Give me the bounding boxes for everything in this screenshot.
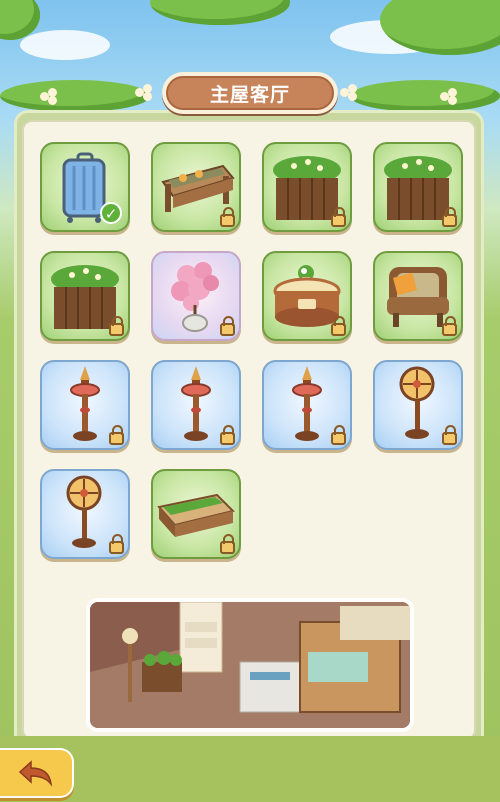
item-tile-flower-planter[interactable] [262,142,352,232]
item-tile-electric-fan[interactable] [40,469,130,559]
foliage [350,80,500,112]
item-tile-wooden-bench[interactable] [151,142,241,232]
lock-icon [220,316,235,336]
lock-icon [109,534,124,554]
lock-icon [442,316,457,336]
flower-decoration [135,84,153,102]
room-preview [86,598,414,732]
foliage [0,80,150,112]
item-tile-flower-planter[interactable] [40,251,130,341]
item-tile-standing-lamp[interactable] [262,360,352,450]
lock-icon [331,207,346,227]
flower-decoration [440,88,458,106]
lock-icon [442,207,457,227]
foliage [150,0,290,25]
item-tile-cherry-blossom-pot[interactable] [151,251,241,341]
back-arrow-icon [18,760,53,787]
lock-icon [220,534,235,554]
flower-decoration [340,84,358,102]
item-tile-round-flower-table[interactable] [262,251,352,341]
owned-check-icon: ✓ [100,202,122,224]
lock-icon [220,207,235,227]
bottom-bar [0,736,500,802]
cloud [20,30,110,60]
lock-icon [109,425,124,445]
item-tile-long-planter-bench[interactable] [151,469,241,559]
item-tile-electric-fan[interactable] [373,360,463,450]
item-tile-standing-lamp[interactable] [40,360,130,450]
page-title: 主屋客厅 [166,76,334,110]
back-button[interactable] [0,748,74,798]
item-tile-armchair[interactable] [373,251,463,341]
item-tile-suitcase[interactable]: ✓ [40,142,130,232]
lock-icon [331,316,346,336]
title-banner: 主屋客厅 [162,72,338,114]
lock-icon [442,425,457,445]
lock-icon [109,316,124,336]
lock-icon [220,425,235,445]
flower-decoration [40,88,58,106]
lock-icon [331,425,346,445]
item-tile-standing-lamp[interactable] [151,360,241,450]
item-tile-flower-planter[interactable] [373,142,463,232]
